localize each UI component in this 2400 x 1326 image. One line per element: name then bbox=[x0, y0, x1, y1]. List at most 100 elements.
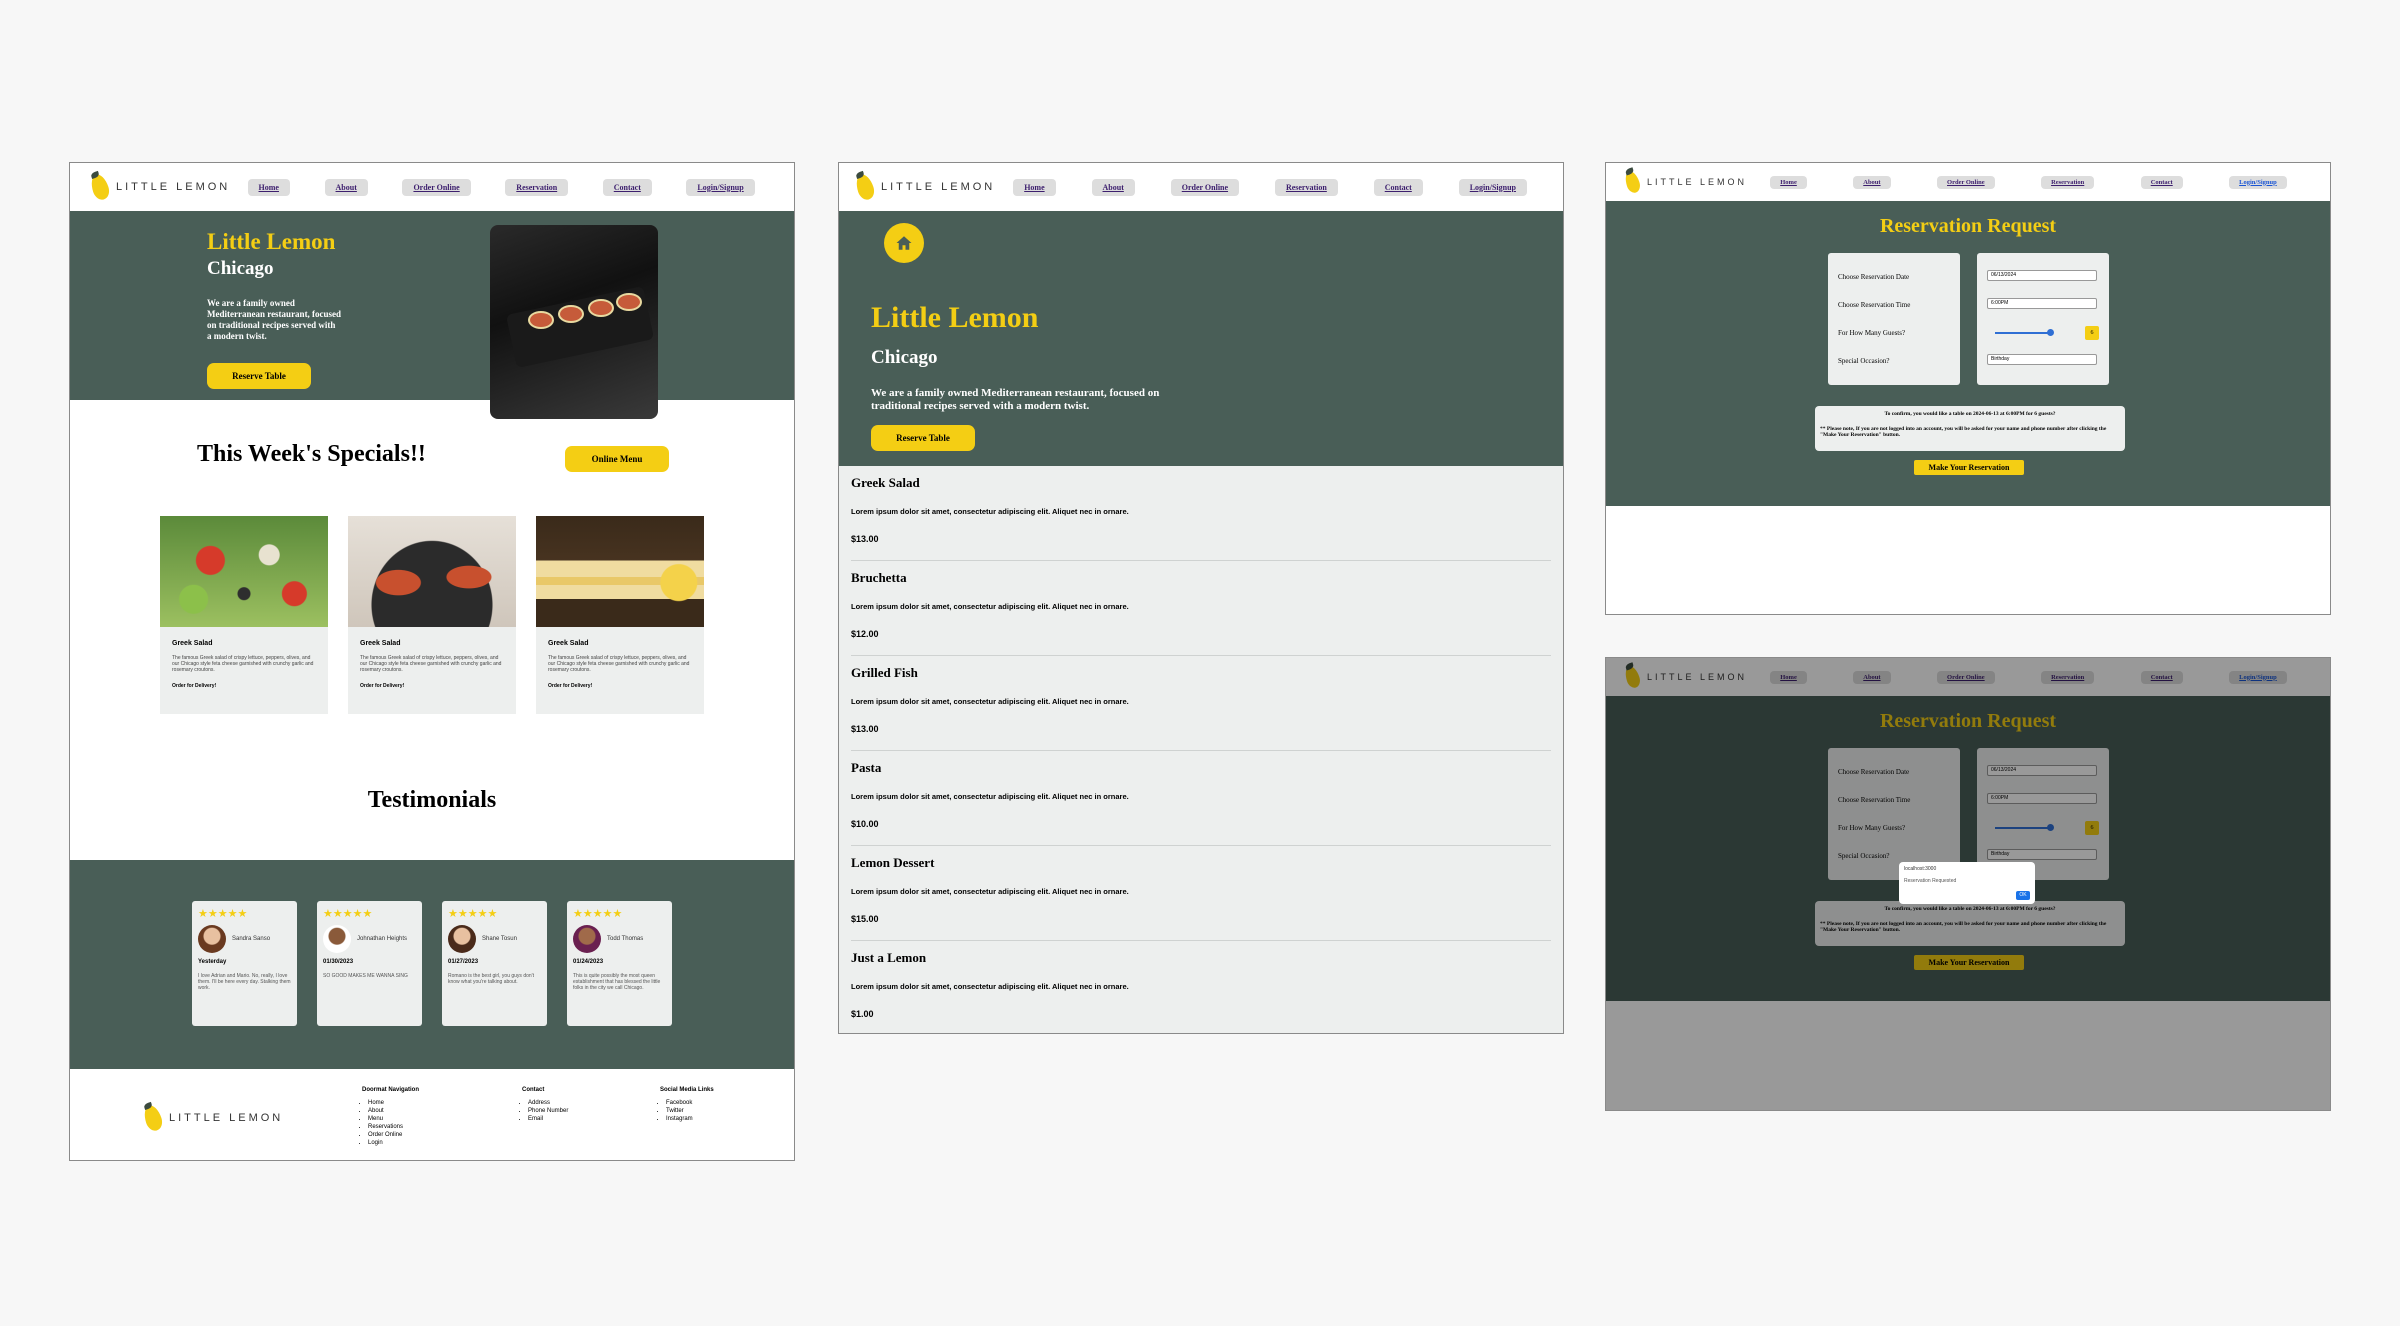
nav-reservation[interactable]: Reservation bbox=[1274, 178, 1338, 196]
menu-item-desc: Lorem ipsum dolor sit amet, consectetur … bbox=[851, 507, 1129, 516]
nav-about[interactable]: About bbox=[324, 178, 368, 196]
card-text: The famous Greek salad of crispy lettuce… bbox=[360, 655, 502, 673]
menu-item-name: Greek Salad bbox=[851, 475, 920, 490]
avatar bbox=[198, 925, 226, 953]
hero-subtitle: Chicago bbox=[871, 347, 938, 368]
hero-title: Little Lemon bbox=[871, 301, 1039, 334]
nav-contact[interactable]: Contact bbox=[1373, 178, 1423, 196]
menu-item: Lemon Dessert Lorem ipsum dolor sit amet… bbox=[851, 846, 1551, 941]
footer-link[interactable]: Facebook bbox=[666, 1099, 714, 1107]
footer-col-title: Contact bbox=[522, 1087, 545, 1093]
logo[interactable]: LITTLE LEMON bbox=[1622, 169, 1748, 195]
occasion-select[interactable]: Birthday bbox=[1987, 354, 2097, 365]
confirmation-box: To confirm, you would like a table on 20… bbox=[1815, 406, 2125, 451]
footer-link[interactable]: Instagram bbox=[666, 1115, 714, 1123]
special-card: Greek Salad The famous Greek salad of cr… bbox=[348, 516, 516, 714]
reservation-page-screenshot: LITTLE LEMON Home About Order Online Res… bbox=[1605, 162, 2331, 615]
review-text: I love Adrian and Mario. No, really, I l… bbox=[198, 973, 291, 991]
review-date: Yesterday bbox=[198, 959, 227, 965]
nav-reservation[interactable]: Reservation bbox=[505, 178, 569, 196]
menu-item-name: Bruchetta bbox=[851, 570, 907, 585]
order-delivery-link[interactable]: Order for Delivery! bbox=[548, 683, 692, 689]
nav-order-online[interactable]: Order Online bbox=[1937, 175, 1995, 189]
nav-order-online[interactable]: Order Online bbox=[1170, 178, 1240, 196]
menu-item-price: $1.00 bbox=[851, 1009, 874, 1019]
time-select[interactable]: 6:00PM bbox=[1987, 298, 2097, 309]
guests-slider[interactable] bbox=[1995, 329, 2054, 336]
confirmation-text: To confirm, you would like a table on 20… bbox=[1884, 411, 2056, 417]
nav-order-online[interactable]: Order Online bbox=[402, 178, 471, 196]
footer-logo[interactable]: LITTLE LEMON bbox=[141, 1103, 284, 1133]
menu-item-desc: Lorem ipsum dolor sit amet, consectetur … bbox=[851, 697, 1129, 706]
hero-section: Little Lemon Chicago We are a family own… bbox=[70, 211, 794, 400]
star-rating: ★★★★★ bbox=[323, 908, 373, 920]
menu-item-name: Just a Lemon bbox=[851, 950, 927, 965]
nav-login[interactable]: Login/Signup bbox=[686, 178, 755, 196]
menu-item-price: $13.00 bbox=[851, 724, 879, 734]
reservation-confirmed-screenshot: LITTLE LEMON Home About Order Online Res… bbox=[1605, 657, 2331, 1111]
order-delivery-link[interactable]: Order for Delivery! bbox=[172, 683, 316, 689]
review-text: Romano is the best girl, you guys don't … bbox=[448, 973, 535, 985]
nav-about[interactable]: About bbox=[1091, 178, 1135, 196]
reserve-table-button[interactable]: Reserve Table bbox=[871, 425, 975, 451]
lemon-icon bbox=[853, 172, 877, 202]
footer-social: Social Media Links Facebook Twitter Inst… bbox=[660, 1087, 714, 1123]
card-text: The famous Greek salad of crispy lettuce… bbox=[172, 655, 314, 673]
footer-link[interactable]: Address bbox=[528, 1099, 568, 1107]
footer-doormat-nav: Doormat Navigation Home About Menu Reser… bbox=[362, 1087, 419, 1147]
footer-link[interactable]: Reservations bbox=[368, 1123, 419, 1131]
menu-item-price: $13.00 bbox=[851, 534, 879, 544]
nav-login[interactable]: Login/Signup bbox=[2229, 175, 2287, 189]
nav-contact[interactable]: Contact bbox=[2140, 175, 2183, 189]
online-menu-button[interactable]: Online Menu bbox=[565, 446, 669, 472]
hero-description: We are a family owned Mediterranean rest… bbox=[207, 298, 342, 341]
menu-item: Pasta Lorem ipsum dolor sit amet, consec… bbox=[851, 751, 1551, 846]
testimonial-card: ★★★★★ Shane Tosun 01/27/2023 Romano is t… bbox=[442, 901, 547, 1026]
logo[interactable]: LITTLE LEMON bbox=[853, 172, 995, 202]
order-delivery-link[interactable]: Order for Delivery! bbox=[360, 683, 504, 689]
reservation-section: Reservation Request Choose Reservation D… bbox=[1606, 201, 2330, 506]
menu-item-desc: Lorem ipsum dolor sit amet, consectetur … bbox=[851, 602, 1129, 611]
footer-link[interactable]: Login bbox=[368, 1139, 419, 1147]
nav-links: Home About Order Online Reservation Cont… bbox=[995, 178, 1545, 196]
lemon-cake-image bbox=[536, 516, 704, 627]
testimonials-section: ★★★★★ Sandra Sanso Yesterday I love Adri… bbox=[70, 860, 794, 1069]
footer-link[interactable]: Order Online bbox=[368, 1131, 419, 1139]
navbar: LITTLE LEMON Home About Order Online Res… bbox=[1606, 163, 2330, 201]
logo-text: LITTLE LEMON bbox=[116, 181, 231, 193]
menu-item-name: Pasta bbox=[851, 760, 882, 775]
menu-item-name: Lemon Dessert bbox=[851, 855, 935, 870]
footer-link[interactable]: Email bbox=[528, 1115, 568, 1123]
nav-home[interactable]: Home bbox=[1013, 178, 1056, 196]
footer-link[interactable]: Phone Number bbox=[528, 1107, 568, 1115]
nav-contact[interactable]: Contact bbox=[602, 178, 652, 196]
date-input[interactable]: 06/13/2024 bbox=[1987, 270, 2097, 281]
nav-login[interactable]: Login/Signup bbox=[1458, 178, 1527, 196]
footer-link[interactable]: Menu bbox=[368, 1115, 419, 1123]
dialog-ok-button[interactable]: OK bbox=[2016, 891, 2030, 900]
star-rating: ★★★★★ bbox=[198, 908, 248, 920]
menu-item: Just a Lemon Lorem ipsum dolor sit amet,… bbox=[851, 941, 1551, 1033]
footer-link[interactable]: About bbox=[368, 1107, 419, 1115]
menu-item-price: $15.00 bbox=[851, 914, 879, 924]
nav-about[interactable]: About bbox=[1853, 175, 1891, 189]
review-date: 01/27/2023 bbox=[448, 959, 479, 965]
footer-link[interactable]: Twitter bbox=[666, 1107, 714, 1115]
reserve-table-button[interactable]: Reserve Table bbox=[207, 363, 311, 389]
make-reservation-button[interactable]: Make Your Reservation bbox=[1914, 460, 2024, 475]
nav-home[interactable]: Home bbox=[247, 178, 290, 196]
menu-item: Grilled Fish Lorem ipsum dolor sit amet,… bbox=[851, 656, 1551, 751]
nav-reservation[interactable]: Reservation bbox=[2041, 175, 2095, 189]
avatar bbox=[448, 925, 476, 953]
logo[interactable]: LITTLE LEMON bbox=[88, 172, 231, 202]
footer-link[interactable]: Home bbox=[368, 1099, 419, 1107]
menu-item-price: $10.00 bbox=[851, 819, 879, 829]
guests-label: For How Many Guests? bbox=[1838, 329, 1906, 337]
nav-home[interactable]: Home bbox=[1770, 175, 1807, 189]
menu-item-name: Grilled Fish bbox=[851, 665, 918, 680]
logo-text: LITTLE LEMON bbox=[1647, 177, 1748, 187]
home-button[interactable] bbox=[884, 223, 924, 263]
logo-text: LITTLE LEMON bbox=[169, 1112, 284, 1124]
star-rating: ★★★★★ bbox=[448, 908, 498, 920]
reviewer-name: Todd Thomas bbox=[607, 936, 644, 942]
